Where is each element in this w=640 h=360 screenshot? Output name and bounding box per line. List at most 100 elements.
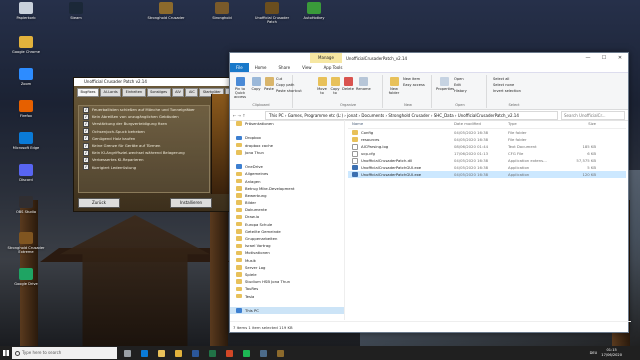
checkbox-icon[interactable]: ✓ [83, 113, 89, 120]
invert-selection-button[interactable]: Invert selection [493, 89, 521, 93]
start-button[interactable] [0, 346, 12, 360]
desktop-icon[interactable]: AutoHotkey [292, 2, 336, 20]
nav-item[interactable]: Geteilte Gemeinde [230, 228, 344, 235]
close-icon[interactable]: ✕ [612, 53, 628, 63]
ucp-option[interactable]: ✓ Verbessertes KI-Reparieren [79, 156, 209, 163]
nav-item[interactable]: Studium HSB Jona Thun [230, 278, 344, 285]
search-input[interactable]: Search UnofficialCr... [561, 110, 625, 120]
checkbox-icon[interactable]: ✓ [83, 164, 89, 171]
desktop-icon[interactable]: Stronghold [200, 2, 244, 20]
file-row[interactable]: UnofficialCrusaderPatchGUI.exe 04/05/2020… [348, 171, 626, 178]
file-row[interactable]: UnofficialCrusaderPatch.dll 04/05/2020 16… [348, 157, 626, 164]
nav-item[interactable]: Bewerbung [230, 192, 344, 199]
desktop-icon[interactable]: Google Chrome [4, 36, 48, 54]
nav-item[interactable]: Server Log [230, 264, 344, 271]
taskbar-app-crusader[interactable] [274, 346, 287, 360]
ribbon-tab[interactable]: App Tools [318, 63, 349, 72]
nav-item[interactable]: Musik [230, 257, 344, 264]
ucp-tab[interactable]: AIC [185, 88, 199, 97]
nav-item[interactable]: Spiele [230, 271, 344, 278]
ucp-tab[interactable]: Bugfixes [77, 88, 99, 97]
easy-access-button[interactable]: Easy access [403, 83, 425, 87]
delete-button[interactable]: Delete [342, 77, 354, 91]
address-bar[interactable]: This PC › Games, Programme etc (L:) › jo… [265, 110, 558, 120]
copy-path-button[interactable]: Copy path [276, 83, 294, 87]
checkbox-icon[interactable]: ✓ [83, 156, 89, 163]
new-item-button[interactable]: New item [403, 77, 420, 81]
select-none-button[interactable]: Select none [493, 83, 514, 87]
taskbar-app-word[interactable] [189, 346, 202, 360]
ucp-option[interactable]: ✓ Keine Grenze für Geräte auf Türmen [79, 142, 209, 149]
taskbar-app-steam[interactable] [257, 346, 270, 360]
ucp-option[interactable]: ✓ Feuerballisten schießen auf Mönche und … [79, 106, 209, 113]
taskbar-app-powerpoint[interactable] [223, 346, 236, 360]
desktop-icon[interactable]: Papierkorb [4, 2, 48, 20]
checkbox-icon[interactable]: ✓ [83, 106, 89, 113]
copy-to-button[interactable]: Copy to [329, 77, 341, 95]
file-row[interactable]: AICParsing.log 08/06/2020 01:44 Text Docum… [348, 143, 626, 150]
cut-button[interactable]: Cut [276, 77, 282, 81]
ucp-tab[interactable]: Sonstiges [146, 88, 171, 97]
ribbon-tab[interactable]: View [296, 63, 318, 72]
ribbon-tab[interactable]: Home [249, 63, 273, 72]
nav-arrows[interactable]: ← → ↑ [230, 113, 265, 118]
checkbox-icon[interactable]: ✓ [83, 128, 89, 135]
nav-item[interactable]: Dokumente [230, 206, 344, 213]
ribbon-tab[interactable]: File [230, 63, 249, 72]
select-all-button[interactable]: Select all [493, 77, 509, 81]
nav-item[interactable]: Israel Vortrag [230, 242, 344, 249]
nav-item[interactable]: OneDrive [230, 163, 344, 170]
ribbon-tab[interactable]: Share [273, 63, 297, 72]
nav-item[interactable]: Bilder [230, 199, 344, 206]
desktop-icon[interactable]: Stronghold Crusader Extreme [4, 232, 48, 255]
taskbar-app-spotify[interactable] [240, 346, 253, 360]
checkbox-icon[interactable]: ✓ [83, 135, 89, 142]
taskbar-search[interactable]: Type here to search [12, 347, 117, 359]
taskbar-app-explorer[interactable] [155, 346, 168, 360]
file-row[interactable]: resources 04/05/2020 16:38 File folder [348, 136, 626, 143]
nav-item[interactable]: Allgemeines [230, 170, 344, 177]
file-row[interactable]: ucp.cfg 17/06/2020 01:13 CFG File 6 KB [348, 150, 626, 157]
checkbox-icon[interactable]: ✓ [83, 149, 89, 156]
ucp-option[interactable]: ✓ Kein KI-Angriffsziel-wechsel während Be… [79, 149, 209, 156]
nav-item[interactable]: Präsentationen [230, 120, 344, 127]
desktop-icon[interactable]: Zoom [4, 68, 48, 86]
desktop-icon[interactable]: Google Drive [4, 268, 48, 286]
nav-item[interactable]: Tesla [230, 293, 344, 300]
new-folder-button[interactable]: New folder [387, 77, 401, 95]
properties-button[interactable]: Properties [436, 77, 454, 91]
copy-button[interactable]: Copy [250, 77, 262, 91]
open-button[interactable]: Open [454, 77, 464, 81]
nav-item[interactable]: Betrug Mike.Development [230, 185, 344, 192]
lang-indicator[interactable]: DEU [590, 351, 598, 355]
taskbar-app-edge[interactable] [138, 346, 151, 360]
ucp-tab[interactable]: Einheiten [122, 88, 146, 97]
checkbox-icon[interactable]: ✓ [83, 142, 89, 149]
nav-item[interactable]: Anlagen [230, 178, 344, 185]
explorer-title-bar[interactable]: Manage UnofficialCrusaderPatch_v2.14 — ☐… [230, 53, 628, 63]
desktop-icon[interactable]: Discord [4, 164, 48, 182]
paste-button[interactable]: Paste [263, 77, 275, 91]
ucp-option[interactable]: ✓ Korrigiert Lederrüstung [79, 164, 209, 171]
paste-shortcut-button[interactable]: Paste shortcut [276, 89, 302, 93]
back-button[interactable]: Zurück [78, 198, 120, 208]
nav-item[interactable]: Motivationen [230, 249, 344, 256]
maximize-icon[interactable]: ☐ [596, 53, 612, 63]
desktop-icon[interactable]: Steam [54, 2, 98, 20]
file-row[interactable]: UnofficialCrusaderPatchGUI.exe 04/05/2020… [348, 164, 626, 171]
nav-item[interactable]: This PC [230, 306, 344, 315]
desktop-icon[interactable]: Microsoft Edge [4, 132, 48, 150]
manage-tab[interactable]: Manage [310, 53, 342, 63]
ucp-option[interactable]: ✓ Genügend Holz kaufen [79, 135, 209, 142]
edit-button[interactable]: Edit [454, 83, 461, 87]
desktop-icon[interactable]: Firefox [4, 100, 48, 118]
column-header[interactable]: Date modified [454, 120, 508, 128]
ucp-title-bar[interactable]: Unofficial Crusader Patch v2.14 ✕ [74, 78, 244, 86]
nav-item[interactable]: TauRes [230, 285, 344, 292]
ucp-tab[interactable]: AIV [171, 88, 185, 97]
move-to-button[interactable]: Move to [316, 77, 328, 95]
ucp-option[interactable]: ✓ Kein Abreißen von unzugänglichen Gebäud… [79, 113, 209, 120]
desktop-icon[interactable]: Unofficial Crusader Patch [250, 2, 294, 25]
column-header[interactable]: Type [508, 120, 556, 128]
desktop-icon[interactable]: OBS Studio [4, 196, 48, 214]
